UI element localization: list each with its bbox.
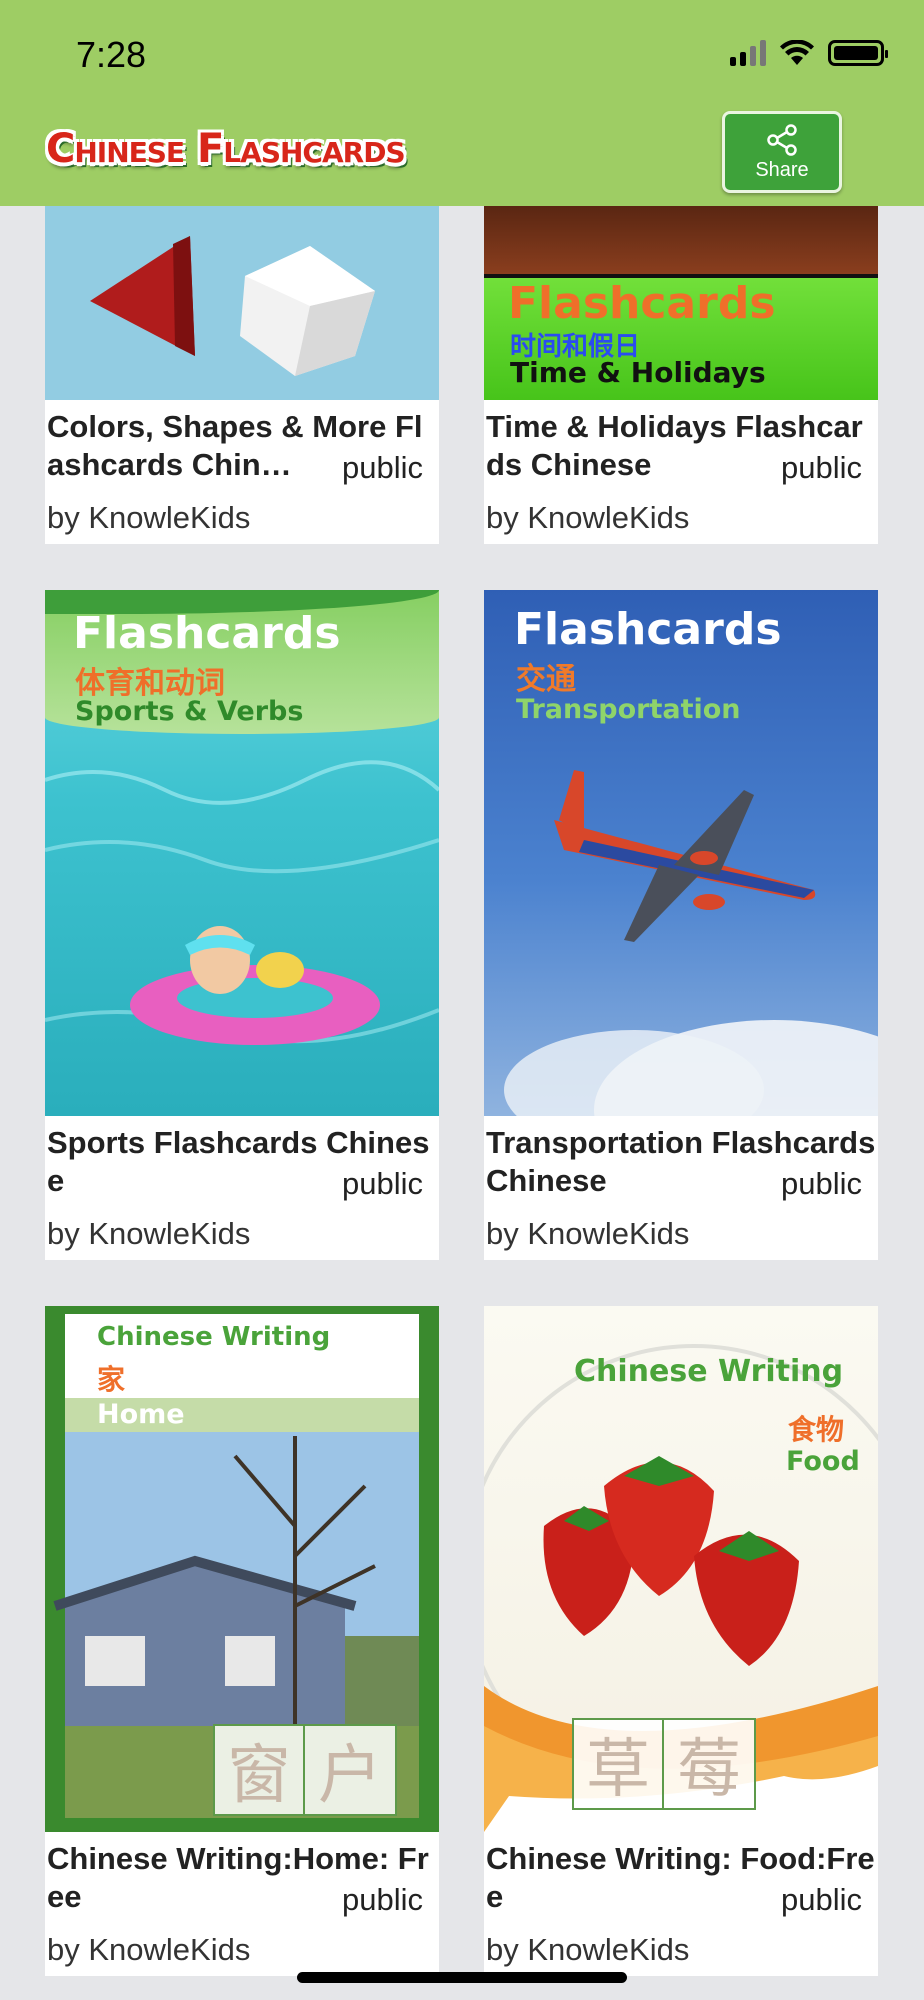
writing-char-box: 草	[572, 1718, 664, 1810]
cover-image: Flashcards 时间和假日 Time & Holidays	[484, 206, 878, 400]
author-label: by KnowleKids	[47, 1216, 251, 1251]
share-icon	[767, 123, 797, 156]
cover-english: Time & Holidays	[510, 356, 766, 389]
author-label: by KnowleKids	[486, 1216, 690, 1251]
app-logo: Chinese Flashcards	[46, 126, 406, 172]
wifi-icon	[780, 40, 814, 65]
flashcard-set-card[interactable]: Flashcards 交通 Transportation Transportat…	[484, 590, 878, 1260]
writing-char-box: 户	[305, 1724, 397, 1816]
status-icons	[730, 40, 888, 66]
cover-image: Flashcards 体育和动词 Sports & Verbs	[45, 590, 439, 1116]
character-boxes: 草 莓	[572, 1718, 756, 1810]
author-label: by KnowleKids	[47, 1932, 251, 1967]
flashcard-set-card[interactable]: Colors, Shapes & More Flashcards Chin… p…	[45, 206, 439, 544]
app-header: 7:28 Chinese Flashcards Share	[0, 0, 924, 206]
character-boxes: 窗 户	[213, 1724, 397, 1816]
cover-image: Flashcards 交通 Transportation	[484, 590, 878, 1116]
shapes-illustration	[90, 236, 375, 376]
flashcard-set-card[interactable]: Flashcards 时间和假日 Time & Holidays Time & …	[484, 206, 878, 544]
cover-image: Chinese Writing 食物 Food 草 莓	[484, 1306, 878, 1832]
author-label: by KnowleKids	[486, 1932, 690, 1967]
writing-char: 莓	[677, 1733, 741, 1807]
writing-char: 窗	[227, 1739, 291, 1813]
flashcard-set-card[interactable]: Flashcards 体育和动词 Sports & Verbs Sports F…	[45, 590, 439, 1260]
flashcard-set-card[interactable]: Chinese Writing 家 Home 窗 户 Chinese Writi…	[45, 1306, 439, 1976]
visibility-label: public	[342, 1882, 423, 1917]
cover-english: Food	[786, 1446, 860, 1477]
status-time: 7:28	[76, 34, 147, 75]
cover-image: Chinese Writing 家 Home 窗 户	[45, 1306, 439, 1832]
share-label: Share	[755, 158, 809, 181]
cover-heading: Chinese Writing	[574, 1354, 844, 1389]
cover-heading: Flashcards	[508, 278, 776, 329]
home-indicator[interactable]	[297, 1972, 627, 1983]
cover-chinese: 食物	[788, 1413, 845, 1446]
airplane-illustration	[504, 770, 878, 1116]
writing-char: 户	[318, 1739, 382, 1813]
author-label: by KnowleKids	[47, 500, 251, 535]
share-button[interactable]: Share	[722, 111, 842, 193]
battery-icon	[828, 40, 888, 66]
visibility-label: public	[781, 1166, 862, 1201]
visibility-label: public	[781, 450, 862, 485]
writing-char: 草	[586, 1733, 650, 1807]
writing-char-box: 莓	[664, 1718, 756, 1810]
visibility-label: public	[781, 1882, 862, 1917]
visibility-label: public	[342, 1166, 423, 1201]
cover-image	[45, 206, 439, 400]
author-label: by KnowleKids	[486, 500, 690, 535]
writing-char-box: 窗	[213, 1724, 305, 1816]
flashcard-set-card[interactable]: Chinese Writing 食物 Food 草 莓 Chinese Writ…	[484, 1306, 878, 1976]
cellular-signal-icon	[730, 40, 766, 66]
swimming-child-illustration	[45, 760, 439, 1045]
visibility-label: public	[342, 450, 423, 485]
